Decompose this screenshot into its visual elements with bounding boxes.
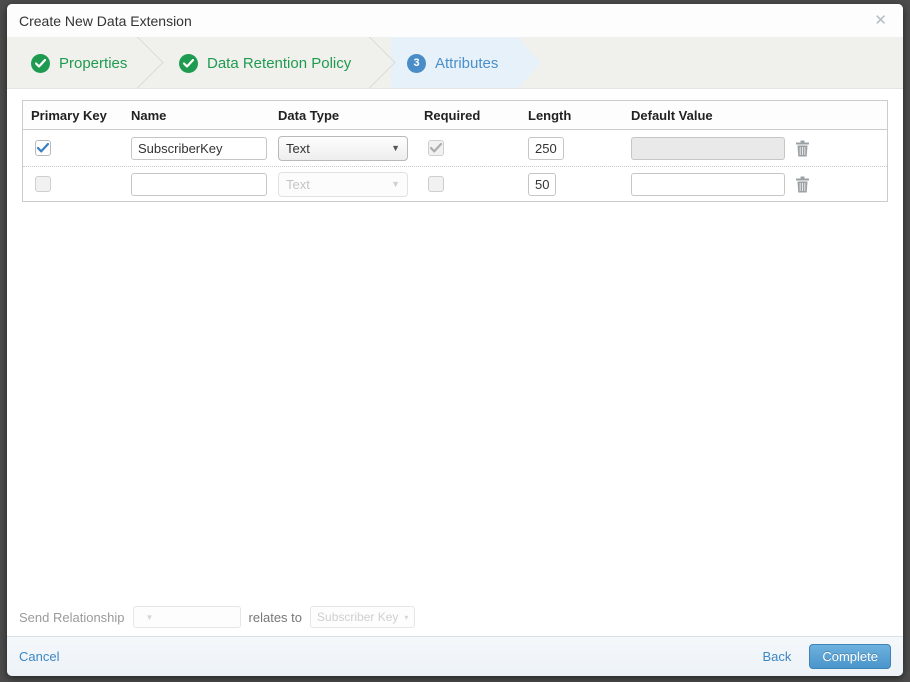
send-relationship-select: ▼ [132,606,241,628]
header-required: Required [424,107,481,123]
check-circle-icon [31,53,50,73]
header-data-type: Data Type [278,107,340,123]
data-type-value: Text [286,176,310,192]
required-checkbox [428,140,444,156]
relates-to-field-select: Subscriber Key ▾ [310,606,416,628]
send-relationship-row: Send Relationship ▼ relates to Subscribe… [7,598,903,636]
delete-row-icon[interactable] [795,140,810,157]
length-input[interactable] [528,136,564,160]
check-circle-icon [179,53,198,73]
primary-key-checkbox[interactable] [35,140,51,156]
chevron-down-icon: ▼ [391,143,400,153]
header-name: Name [131,107,167,123]
close-icon[interactable]: ✕ [870,11,891,30]
header-default-value: Default Value [631,107,713,123]
length-input[interactable] [528,172,556,196]
name-input[interactable] [131,172,267,196]
chevron-down-icon: ▾ [404,612,409,622]
send-relationship-label: Send Relationship [19,609,125,625]
table-header-row: Primary Key Name Data Type Required Leng… [23,101,887,130]
primary-key-checkbox [35,176,51,192]
default-value-input[interactable] [631,172,785,196]
delete-row-icon[interactable] [795,176,810,193]
back-link[interactable]: Back [762,649,791,664]
create-data-extension-modal: Create New Data Extension ✕ Properties D… [7,4,903,676]
complete-button[interactable]: Complete [809,644,891,669]
table-row: Text ▼ [23,130,887,167]
cancel-link[interactable]: Cancel [19,649,59,664]
name-input[interactable] [131,136,267,160]
relates-to-field-value: Subscriber Key [317,610,399,624]
step-attributes[interactable]: 3 Attributes [407,37,499,88]
modal-footer: Cancel Back Complete [7,636,903,676]
step-data-retention-policy-label: Data Retention Policy [207,54,352,72]
relates-to-label: relates to [248,609,303,625]
step-number-icon: 3 [407,53,426,73]
default-value-input [631,136,785,160]
data-type-select: Text ▼ [278,171,408,197]
step-attributes-label: Attributes [435,54,499,72]
attributes-table: Primary Key Name Data Type Required Leng… [22,100,888,202]
data-type-select[interactable]: Text ▼ [278,135,408,161]
table-row: Text ▼ [23,167,887,201]
chevron-down-icon: ▼ [145,612,154,622]
data-type-value: Text [286,140,310,156]
required-checkbox [428,176,444,192]
chevron-down-icon: ▼ [391,179,400,189]
header-primary-key: Primary Key [31,107,107,123]
header-length: Length [528,107,572,123]
step-data-retention-policy[interactable]: Data Retention Policy [179,37,352,88]
modal-titlebar: Create New Data Extension ✕ [7,4,903,37]
wizard-stepbar: Properties Data Retention Policy 3 Attri… [7,37,903,89]
modal-title: Create New Data Extension [19,12,192,29]
